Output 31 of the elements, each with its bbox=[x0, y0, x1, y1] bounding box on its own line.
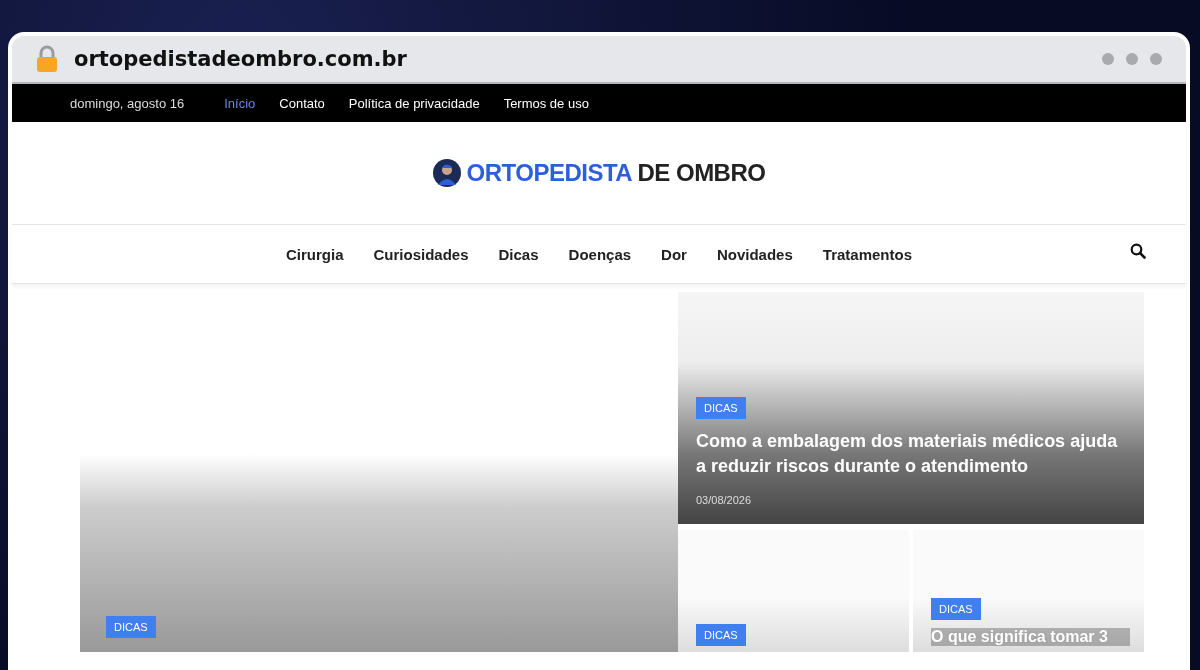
top-link[interactable]: Política de privacidade bbox=[348, 95, 480, 111]
nav-item[interactable]: Dicas bbox=[498, 245, 539, 263]
category-tag[interactable]: DICAS bbox=[106, 616, 156, 638]
window-dot-icon[interactable] bbox=[1102, 53, 1114, 65]
window-dot-icon[interactable] bbox=[1126, 53, 1138, 65]
logo-avatar-icon bbox=[432, 159, 461, 187]
nav-item[interactable]: Dor bbox=[661, 245, 687, 263]
post-card[interactable]: DICAS bbox=[678, 530, 909, 652]
window-dot-icon[interactable] bbox=[1150, 53, 1162, 65]
nav-item[interactable]: Tratamentos bbox=[822, 245, 912, 263]
search-icon bbox=[1130, 243, 1146, 259]
top-link[interactable]: Início bbox=[224, 95, 256, 111]
post-card[interactable]: DICAS O que significa tomar 3 bbox=[913, 530, 1144, 652]
featured-post-card[interactable]: DICAS Como a embalagem dos materiais médicos ajuda a reduzir riscos durante o atendimento 03/08/2026 bbox=[678, 292, 1144, 524]
url-text: ortopedistadeombro.com.br bbox=[74, 47, 407, 71]
category-tag[interactable]: DICAS bbox=[696, 397, 746, 420]
search-button[interactable] bbox=[1130, 243, 1146, 259]
category-tag[interactable]: DICAS bbox=[696, 624, 746, 646]
lock-icon bbox=[36, 45, 58, 73]
top-link[interactable]: Contato bbox=[279, 95, 325, 111]
nav-item[interactable]: Doenças bbox=[568, 245, 632, 263]
address-bar[interactable]: ortopedistadeombro.com.br bbox=[12, 36, 1186, 84]
category-tag[interactable]: DICAS bbox=[931, 598, 981, 620]
nav-item[interactable]: Cirurgia bbox=[286, 245, 344, 263]
nav-item[interactable]: Novidades bbox=[716, 245, 793, 263]
site-logo[interactable]: ORTOPEDISTA DE OMBRO bbox=[466, 159, 766, 187]
post-title[interactable]: Como a embalagem dos materiais médicos ajuda a reduzir riscos durante o atendimento bbox=[696, 429, 1122, 478]
date-text: domingo, agosto 16 bbox=[70, 95, 185, 111]
post-date: 03/08/2026 bbox=[696, 494, 753, 506]
top-link[interactable]: Termos de uso bbox=[503, 95, 589, 111]
nav-item[interactable]: Curiosidades bbox=[373, 245, 469, 263]
